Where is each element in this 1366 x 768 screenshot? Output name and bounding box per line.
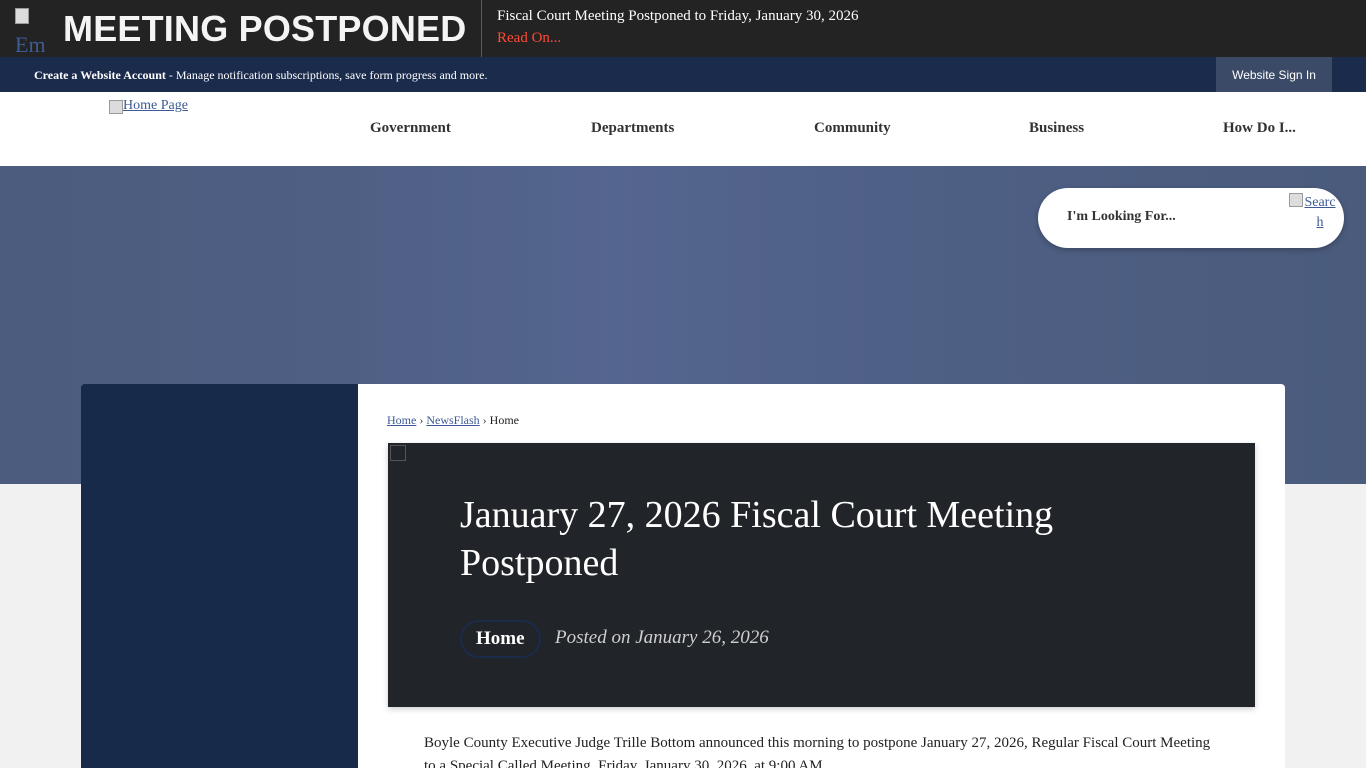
article-title: January 27, 2026 Fiscal Court Meeting Po… [460, 494, 1054, 584]
broken-image-icon [109, 100, 123, 114]
category-tag[interactable]: Home [460, 620, 541, 658]
breadcrumb-newsflash-link[interactable]: NewsFlash [426, 413, 479, 427]
breadcrumb-home-link[interactable]: Home [387, 413, 416, 427]
nav-departments[interactable]: Departments [591, 120, 674, 137]
create-account-link[interactable]: Create a Website Account [34, 68, 166, 82]
article-body: Boyle County Executive Judge Trille Bott… [424, 735, 1211, 768]
breadcrumb-separator: › [419, 413, 424, 427]
nav-business[interactable]: Business [1029, 120, 1084, 137]
search-icon[interactable]: Search [1289, 193, 1339, 233]
nav-community[interactable]: Community [814, 120, 891, 137]
website-sign-in-button[interactable]: Website Sign In [1216, 57, 1332, 92]
alert-read-on-link[interactable]: Read On... [497, 30, 561, 47]
account-promo: Create a Website Account - Manage notifi… [34, 68, 487, 83]
logo-alt-text: Home Page [123, 98, 188, 113]
breadcrumb-current: Home [489, 413, 519, 427]
broken-image-icon [390, 445, 406, 461]
alert-message: Fiscal Court Meeting Postponed to Friday… [497, 8, 859, 24]
account-description: - Manage notification subscriptions, sav… [165, 68, 488, 82]
breadcrumb-separator: › [482, 413, 487, 427]
article-hero: January 27, 2026 Fiscal Court Meeting Po… [388, 443, 1255, 707]
content-card: Home › NewsFlash › Home January 27, 2026 Fis… [358, 384, 1285, 768]
alert-divider [481, 0, 482, 57]
emergency-alert-bar: Em MEETING POSTPONED Fiscal Court Meetin… [0, 0, 1366, 57]
home-page-logo[interactable]: Home Page [109, 98, 188, 114]
nav-how-do-i[interactable]: How Do I... [1223, 120, 1296, 137]
alert-heading: MEETING POSTPONED [63, 8, 467, 49]
broken-image-icon [15, 8, 29, 24]
site-header: Home Page Government Departments Communi… [0, 92, 1366, 166]
side-navigation-panel [81, 384, 358, 768]
nav-government[interactable]: Government [370, 120, 451, 137]
alert-icon-alt-text: Em [15, 32, 46, 52]
alert-icon: Em [15, 8, 53, 52]
breadcrumb: Home › NewsFlash › Home [387, 413, 519, 428]
site-search[interactable]: I'm Looking For... Search [1038, 188, 1344, 248]
posted-date: Posted on January 26, 2026 [555, 627, 769, 648]
search-input[interactable]: I'm Looking For... [1067, 209, 1176, 225]
account-bar: Create a Website Account - Manage notifi… [0, 57, 1366, 92]
broken-image-icon [1289, 193, 1303, 207]
